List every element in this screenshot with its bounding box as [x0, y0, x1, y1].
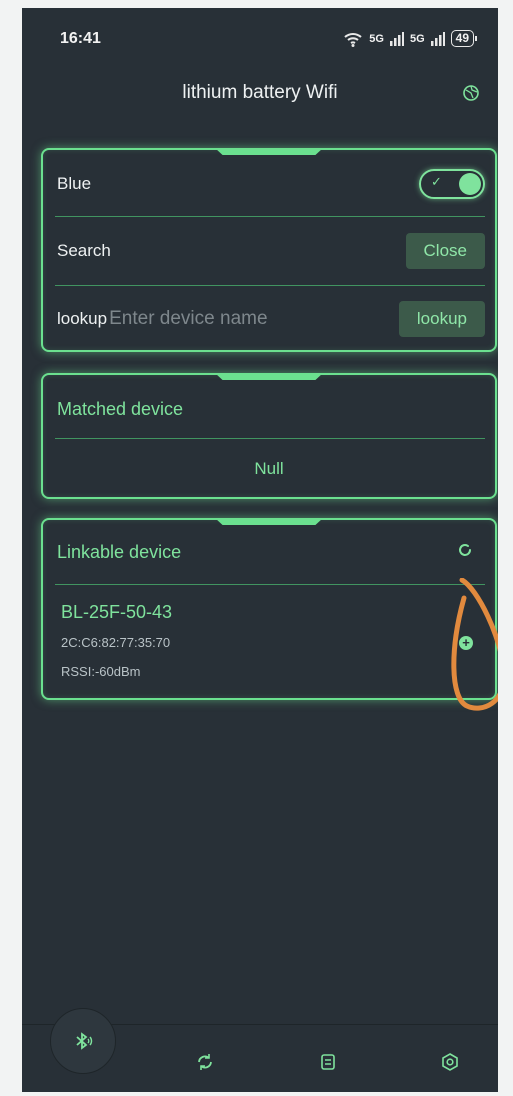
battery-indicator: 49 — [450, 30, 478, 47]
matched-header: Matched device — [57, 377, 485, 441]
settings-card: Blue ✓ Search Close lookup Enter device … — [41, 148, 497, 352]
status-time: 16:41 — [60, 30, 101, 47]
linkable-device-title: Linkable device — [57, 541, 182, 562]
refresh-icon[interactable] — [457, 542, 473, 558]
document-nav-icon[interactable] — [318, 1052, 338, 1072]
globe-icon[interactable] — [462, 84, 480, 102]
annotation-mark — [451, 578, 498, 711]
lookup-button[interactable]: lookup — [398, 301, 485, 337]
device-name: BL-25F-50-43 — [61, 602, 173, 622]
device-name-input[interactable]: Enter device name — [109, 308, 267, 330]
phone-screen: 16:41 5G 5G 49 lithium battery Wifi Blue… — [22, 8, 498, 1092]
matched-device-value: Null — [254, 459, 284, 478]
matched-device-card: Matched device Null — [41, 373, 497, 499]
divider — [55, 438, 485, 439]
blue-label: Blue — [57, 174, 92, 193]
divider — [55, 584, 485, 585]
toggle-knob — [459, 173, 481, 195]
bottom-nav — [22, 1008, 498, 1092]
device-mac: 2C:C6:82:77:35:70 — [61, 635, 171, 650]
search-row: Search Close — [57, 219, 485, 283]
divider — [55, 216, 485, 217]
divider — [55, 285, 485, 286]
matched-device-title: Matched device — [57, 398, 184, 419]
wifi-icon — [344, 32, 362, 47]
status-icons: 5G 5G 49 — [343, 30, 478, 47]
status-bar: 16:41 5G 5G 49 — [60, 30, 478, 52]
device-rssi: RSSI:-60dBm — [61, 664, 141, 679]
linkable-device-card: Linkable device BL-25F-50-43 2C:C6:82:77… — [41, 518, 497, 700]
linkable-header: Linkable device — [57, 520, 485, 584]
blue-toggle[interactable]: ✓ — [419, 169, 485, 199]
close-button[interactable]: Close — [405, 233, 485, 269]
signal-5g-label: 5G — [369, 32, 384, 45]
signal-bars-icon-2 — [430, 31, 445, 46]
search-label: Search — [57, 241, 111, 260]
lookup-label: lookup — [57, 309, 108, 328]
bluetooth-icon — [76, 1032, 93, 1050]
refresh-nav-icon[interactable] — [195, 1052, 215, 1072]
signal-bars-icon — [389, 31, 404, 46]
blue-row: Blue ✓ — [57, 152, 485, 216]
lookup-row: lookup Enter device name lookup — [57, 287, 485, 351]
check-icon: ✓ — [431, 174, 442, 189]
bluetooth-nav-button[interactable] — [50, 1008, 116, 1074]
settings-nav-icon[interactable] — [440, 1052, 460, 1072]
signal-5g-label-2: 5G — [409, 32, 425, 45]
page-title: lithium battery Wifi — [182, 82, 338, 103]
